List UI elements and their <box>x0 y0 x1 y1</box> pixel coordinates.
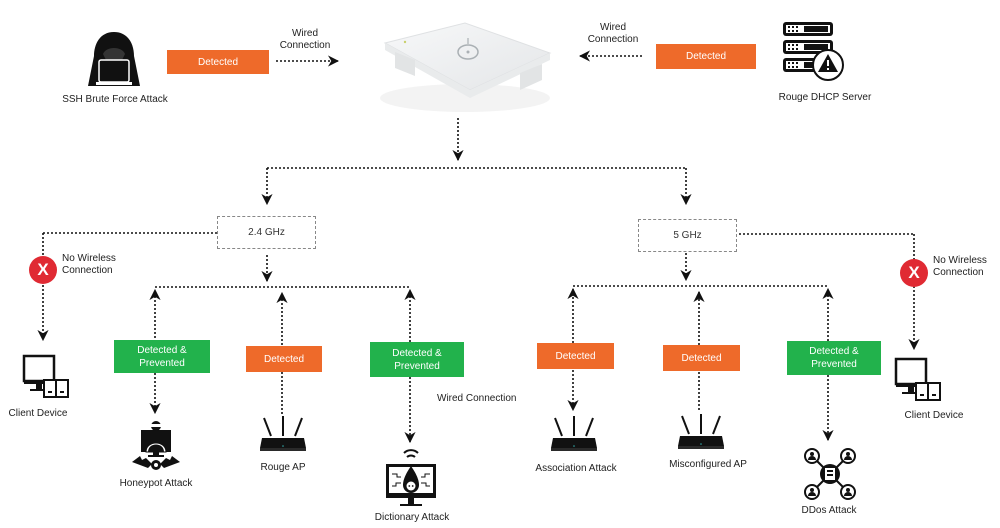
ddos-attack-label: DDos Attack <box>801 505 857 516</box>
wired-line-2: Connection <box>279 40 331 51</box>
ssh-attack-label: SSH Brute Force Attack <box>62 94 168 105</box>
status-badge-misconfigured: Detected <box>663 345 740 371</box>
association-attack-label: Association Attack <box>535 463 617 474</box>
dhcp-wired-label: Wired Connection <box>578 22 648 46</box>
band-24ghz-box: 2.4 GHz <box>217 216 316 249</box>
dictionary-wired-label: Wired Connection <box>437 393 517 404</box>
x-circle-icon: X <box>900 259 928 287</box>
status-line-1: Detected & <box>137 344 187 356</box>
client-device-label-5: Client Device <box>904 410 964 421</box>
dictionary-attack-icon <box>384 448 438 515</box>
no-wireless-line-1: No Wireless <box>62 253 116 264</box>
wired-line-1: Wired <box>599 22 627 33</box>
status-line-1: Detected & <box>809 346 859 357</box>
no-wireless-line-2: Connection <box>933 267 984 278</box>
client-device-label-24: Client Device <box>8 408 68 419</box>
hacker-laptop-icon <box>86 30 142 93</box>
router-icon <box>258 416 308 457</box>
rouge-ap-label: Rouge AP <box>260 462 306 473</box>
status-line-2: Prevented <box>139 357 185 369</box>
wired-line-2: Connection <box>587 34 639 45</box>
ssh-status-badge: Detected <box>167 50 269 74</box>
ddos-network-icon <box>804 448 856 505</box>
router-icon <box>676 414 726 455</box>
no-wireless-line-2: Connection <box>62 265 113 276</box>
no-wireless-label-5: No Wireless Connection <box>933 255 987 279</box>
wired-line-1: Wired <box>291 28 319 39</box>
status-badge-honeypot: Detected & Prevented <box>114 340 210 373</box>
dictionary-attack-label: Dictionary Attack <box>374 512 450 523</box>
client-device-icon <box>894 357 942 406</box>
router-icon <box>549 416 599 457</box>
sensor-device-icon <box>370 18 560 123</box>
client-device-icon <box>22 354 70 403</box>
no-wireless-label-24: No Wireless Connection <box>62 253 116 277</box>
server-warning-icon <box>780 14 846 87</box>
x-circle-icon: X <box>29 256 57 284</box>
status-badge-dictionary: Detected & Prevented <box>370 342 464 377</box>
misconfigured-ap-label: Misconfigured AP <box>669 459 747 470</box>
honeypot-icon <box>130 420 182 477</box>
status-badge-association: Detected <box>537 343 614 369</box>
band-5ghz-box: 5 GHz <box>638 219 737 252</box>
status-badge-rouge-ap: Detected <box>246 346 322 372</box>
status-line-1: Detected & <box>392 347 442 359</box>
ssh-wired-label: Wired Connection <box>270 28 340 52</box>
no-wireless-line-1: No Wireless <box>933 255 987 266</box>
dhcp-status-badge: Detected <box>656 44 756 69</box>
honeypot-label: Honeypot Attack <box>119 478 193 489</box>
status-line-2: Prevented <box>811 359 857 370</box>
dhcp-server-label: Rouge DHCP Server <box>778 92 872 103</box>
status-line-2: Prevented <box>394 360 440 372</box>
status-badge-ddos: Detected & Prevented <box>787 341 881 375</box>
